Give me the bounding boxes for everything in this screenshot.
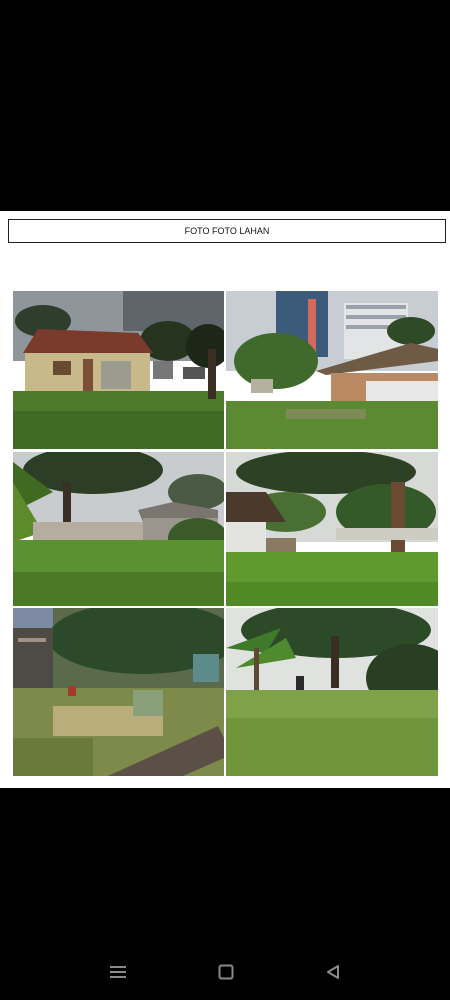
android-navigation-bar: [0, 955, 450, 990]
document-title: FOTO FOTO LAHAN: [8, 219, 446, 243]
land-photo-6: [226, 608, 438, 776]
square-icon[interactable]: [216, 963, 236, 981]
land-photo-4: [226, 452, 438, 606]
triangle-back-icon[interactable]: [323, 963, 343, 981]
land-photo-2: [226, 291, 438, 449]
land-photo-1: [13, 291, 224, 449]
menu-lines-icon[interactable]: [108, 963, 128, 981]
land-photo-5: [13, 608, 224, 776]
document-page: FOTO FOTO LAHAN: [0, 211, 450, 788]
land-photo-3: [13, 452, 224, 606]
